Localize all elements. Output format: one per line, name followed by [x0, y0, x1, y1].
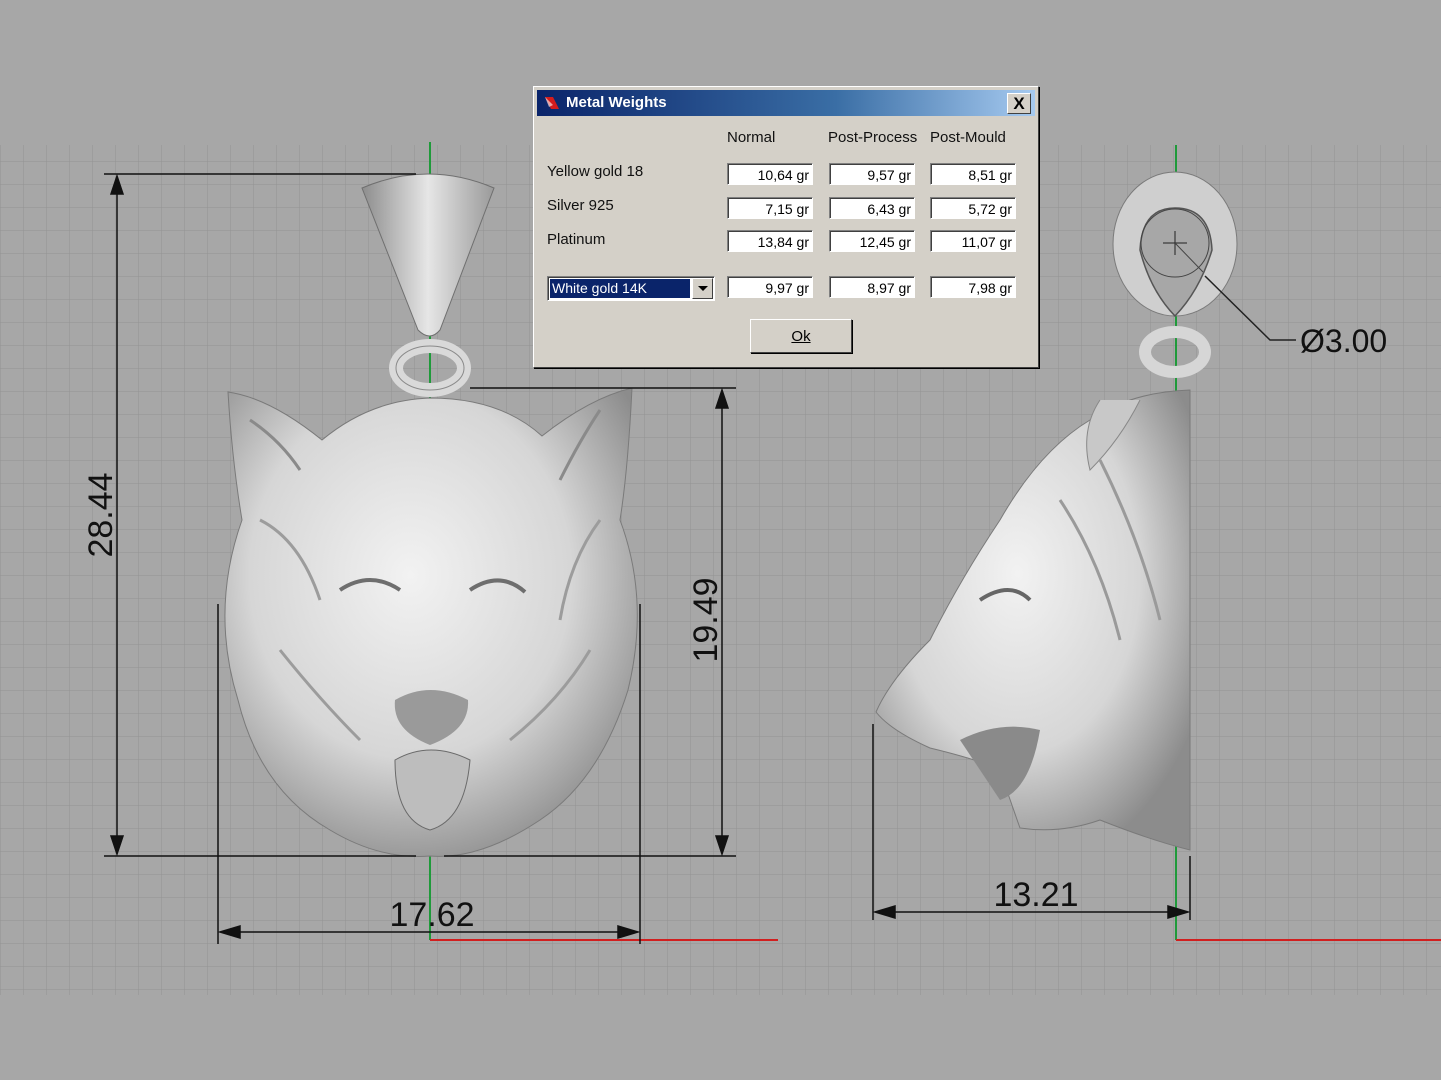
- dim-bail-diameter-label: Ø3.00: [1300, 323, 1387, 359]
- chevron-down-icon[interactable]: [692, 278, 713, 299]
- close-button[interactable]: X: [1007, 93, 1031, 114]
- close-icon: X: [1013, 94, 1025, 113]
- ok-button[interactable]: Ok: [750, 319, 852, 353]
- dialog-title: Metal Weights: [566, 94, 667, 111]
- column-header-post-process: Post-Process: [828, 129, 918, 146]
- dim-front-head-height-label: 19.49: [687, 577, 725, 662]
- metal-select-dropdown[interactable]: White gold 14K: [547, 276, 715, 301]
- dim-side-width-label: 13.21: [993, 876, 1078, 914]
- row-label-silver: Silver 925: [547, 197, 614, 214]
- platinum-normal-field[interactable]: 13,84 gr: [727, 230, 813, 252]
- platinum-post-mould-field[interactable]: 11,07 gr: [930, 230, 1016, 252]
- ok-button-label: Ok: [791, 328, 811, 345]
- dim-front-width-label: 17.62: [389, 896, 474, 934]
- selected-metal-normal-field[interactable]: 9,97 gr: [727, 276, 813, 298]
- metal-select-value: White gold 14K: [549, 278, 691, 299]
- platinum-post-process-field[interactable]: 12,45 gr: [829, 230, 915, 252]
- yellow-gold-post-mould-field[interactable]: 8,51 gr: [930, 163, 1016, 185]
- column-header-post-mould: Post-Mould: [930, 129, 1006, 146]
- selected-metal-post-mould-field[interactable]: 7,98 gr: [930, 276, 1016, 298]
- app-icon: [545, 97, 559, 109]
- dim-front-height-label: 28.44: [82, 472, 120, 557]
- row-label-yellow-gold: Yellow gold 18: [547, 163, 644, 180]
- dialog-titlebar[interactable]: Metal Weights X: [537, 90, 1035, 116]
- silver-normal-field[interactable]: 7,15 gr: [727, 197, 813, 219]
- row-label-platinum: Platinum: [547, 231, 606, 248]
- silver-post-mould-field[interactable]: 5,72 gr: [930, 197, 1016, 219]
- yellow-gold-post-process-field[interactable]: 9,57 gr: [829, 163, 915, 185]
- silver-post-process-field[interactable]: 6,43 gr: [829, 197, 915, 219]
- metal-weights-dialog: Metal Weights X Normal Post-Process Post…: [533, 86, 1039, 368]
- yellow-gold-normal-field[interactable]: 10,64 gr: [727, 163, 813, 185]
- selected-metal-post-process-field[interactable]: 8,97 gr: [829, 276, 915, 298]
- column-header-normal: Normal: [727, 129, 776, 146]
